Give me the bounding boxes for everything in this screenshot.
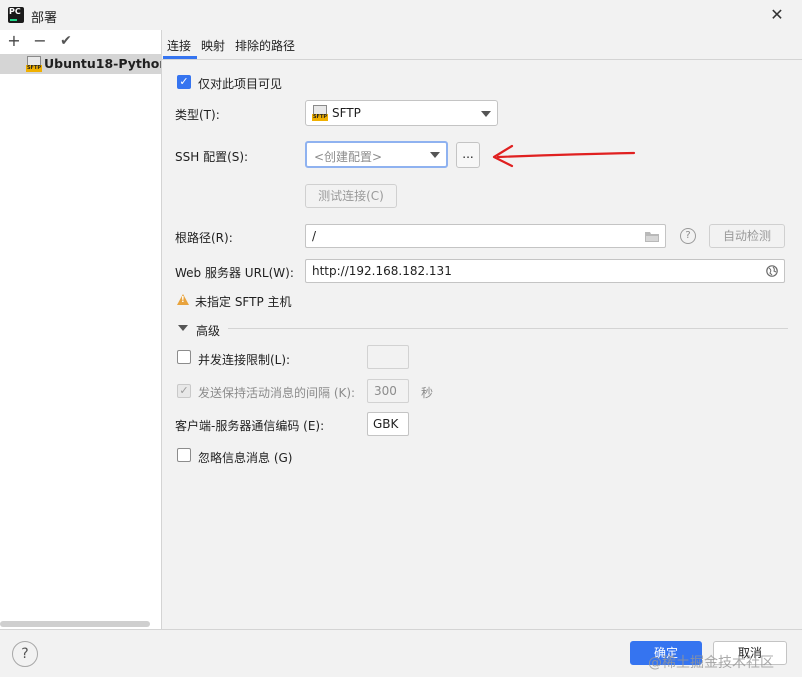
visible-only-project-checkbox[interactable]: ✓ <box>177 75 191 89</box>
warning-icon: ! <box>177 294 189 305</box>
pycharm-icon: PC <box>8 7 24 23</box>
sftp-server-icon: SFTP <box>26 56 42 72</box>
ignore-info-label: 忽略信息消息 (G) <box>198 451 293 465</box>
web-url-label: Web 服务器 URL(W): <box>175 266 294 280</box>
ssh-config-placeholder: <创建配置> <box>314 150 383 164</box>
root-path-input[interactable]: / <box>305 224 666 248</box>
tabs-divider <box>162 59 802 60</box>
keepalive-checkbox[interactable]: ✓ <box>177 384 191 398</box>
horizontal-scrollbar[interactable] <box>0 621 150 627</box>
set-default-button[interactable]: ✔ <box>58 33 74 49</box>
web-url-value: http://192.168.182.131 <box>312 264 452 278</box>
collapse-advanced-icon[interactable] <box>178 325 188 331</box>
keepalive-input[interactable]: 300 <box>367 379 409 403</box>
footer-divider <box>0 629 802 630</box>
root-path-label: 根路径(R): <box>175 231 233 245</box>
ssh-config-more-button[interactable]: ... <box>456 142 480 168</box>
chevron-down-icon <box>430 152 440 158</box>
help-button[interactable]: ? <box>12 641 38 667</box>
root-path-value: / <box>312 229 317 243</box>
warning-text: 未指定 SFTP 主机 <box>195 295 292 309</box>
server-list-pane <box>0 30 162 630</box>
tab-excluded-paths[interactable]: 排除的路径 <box>235 37 295 54</box>
concurrent-limit-input[interactable] <box>367 345 409 369</box>
web-url-input[interactable]: http://192.168.182.131 <box>305 259 785 283</box>
server-name: Ubuntu18-Python3 <box>44 56 161 71</box>
annotation-arrow-icon <box>492 144 636 168</box>
ssh-config-label: SSH 配置(S): <box>175 150 249 164</box>
encoding-input[interactable]: GBK <box>367 412 409 436</box>
remove-server-button[interactable]: − <box>32 33 48 49</box>
globe-icon[interactable] <box>766 265 778 277</box>
chevron-down-icon <box>481 111 491 117</box>
ssh-config-select[interactable]: <创建配置> <box>305 141 448 168</box>
visible-only-project-label: 仅对此项目可见 <box>198 77 283 91</box>
ignore-info-checkbox[interactable] <box>177 448 191 462</box>
advanced-divider <box>228 328 788 329</box>
help-icon[interactable]: ? <box>680 228 696 244</box>
advanced-section-label[interactable]: 高级 <box>196 322 220 339</box>
concurrent-limit-checkbox[interactable] <box>177 350 191 364</box>
sftp-type-icon: SFTP <box>312 105 328 121</box>
keepalive-unit: 秒 <box>421 386 434 400</box>
autodetect-button[interactable]: 自动检测 <box>709 224 785 248</box>
active-tab-indicator <box>163 56 197 59</box>
type-value: SFTP <box>332 106 361 120</box>
app-icon-text: PC <box>9 7 21 16</box>
watermark-text: @稀土掘金技术社区 <box>648 655 774 671</box>
test-connection-button[interactable]: 测试连接(C) <box>305 184 397 208</box>
concurrent-limit-label: 并发连接限制(L): <box>198 353 291 367</box>
folder-icon[interactable] <box>645 231 659 242</box>
title-bar <box>0 0 802 30</box>
tab-connection[interactable]: 连接 <box>167 37 191 54</box>
type-label: 类型(T): <box>175 108 220 122</box>
type-select[interactable]: SFTP SFTP <box>305 100 498 126</box>
add-server-button[interactable]: + <box>6 33 22 49</box>
window-title: 部署 <box>31 11 58 26</box>
encoding-label: 客户端-服务器通信编码 (E): <box>175 419 325 433</box>
close-icon[interactable]: ✕ <box>768 6 786 24</box>
tab-mappings[interactable]: 映射 <box>201 37 225 54</box>
keepalive-label: 发送保持活动消息的间隔 (K): <box>198 386 356 400</box>
